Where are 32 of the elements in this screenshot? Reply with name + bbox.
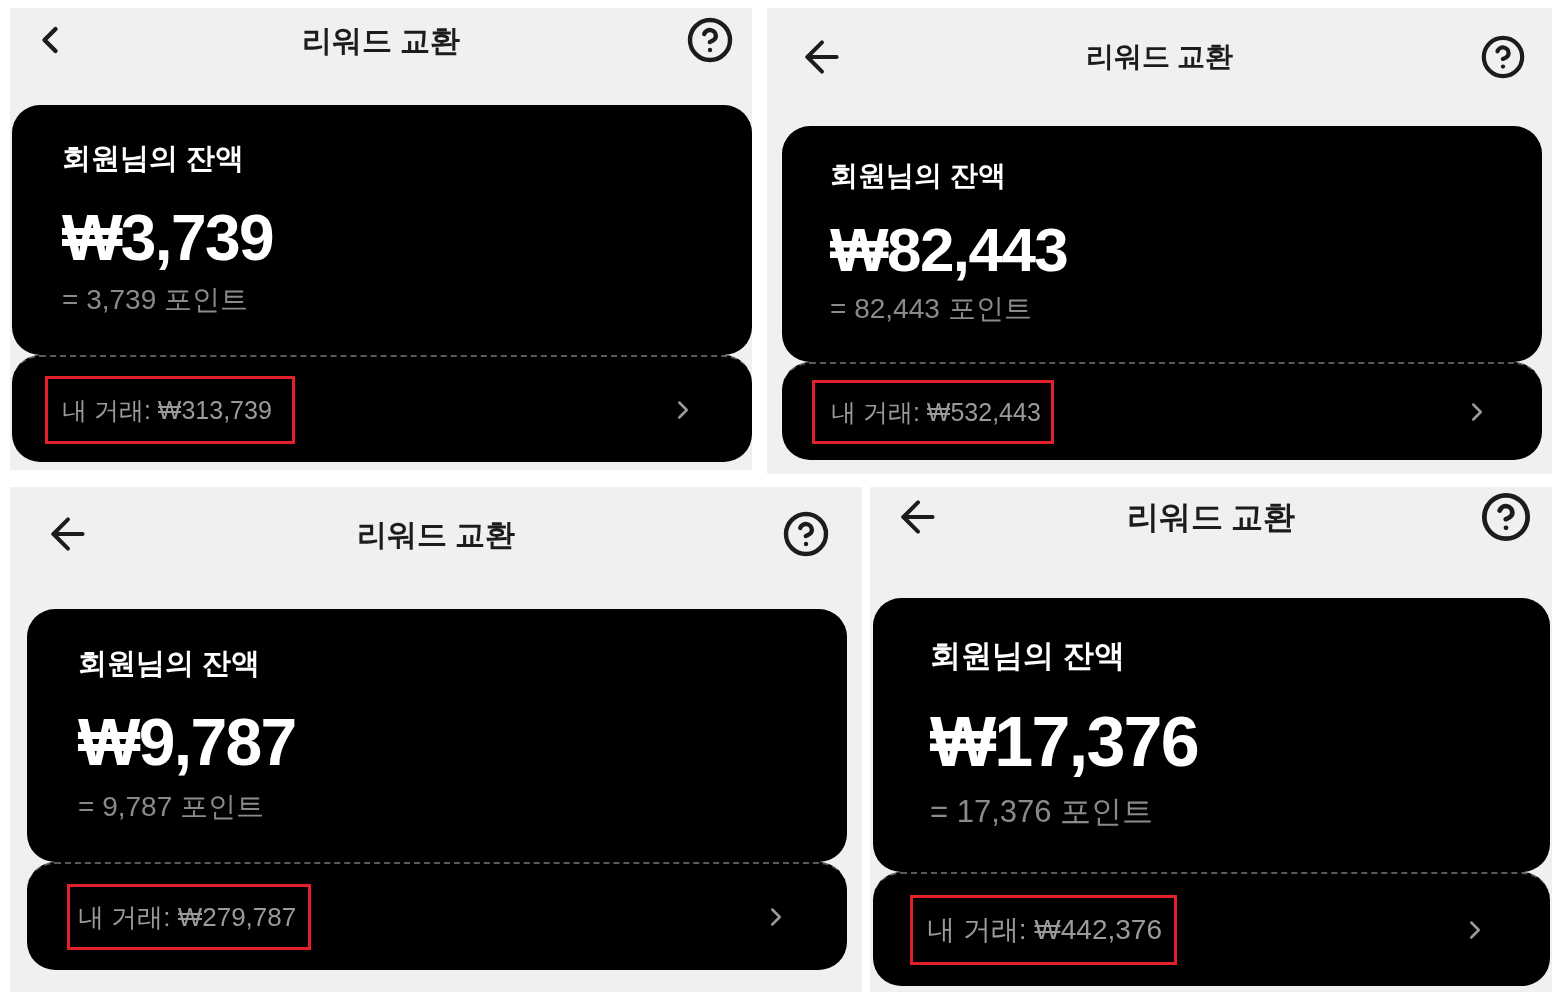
help-icon [782, 510, 830, 558]
screen-title: 리워드 교환 [356, 516, 516, 553]
help-icon [1480, 34, 1526, 80]
transactions-total: 내 거래: ₩313,739 [45, 375, 295, 444]
transactions-card[interactable]: 내 거래: ₩442,376 [873, 872, 1550, 986]
help-icon [1480, 491, 1532, 543]
balance-label: 회원님의 잔액 [930, 638, 1125, 674]
balance-label: 회원님의 잔액 [62, 141, 245, 176]
points-equivalent: = 17,376 포인트 [930, 793, 1154, 831]
screen-title: 리워드 교환 [301, 22, 461, 59]
help-button[interactable] [1480, 491, 1532, 543]
help-icon [686, 16, 734, 64]
points-equivalent: = 82,443 포인트 [830, 292, 1032, 326]
balance-label: 회원님의 잔액 [78, 646, 261, 681]
balance-amount: ₩82,443 [830, 214, 1068, 286]
screen-title: 리워드 교환 [1126, 498, 1296, 537]
transactions-total: 내 거래: ₩442,376 [910, 895, 1177, 965]
balance-amount: ₩9,787 [78, 704, 296, 780]
balance-amount: ₩3,739 [62, 201, 273, 276]
transactions-card[interactable]: 내 거래: ₩532,443 [782, 362, 1542, 460]
screen-title: 리워드 교환 [1085, 40, 1234, 74]
help-button[interactable] [782, 510, 830, 558]
points-equivalent: = 3,739 포인트 [62, 283, 248, 317]
transactions-total: 내 거래: ₩279,787 [67, 884, 312, 950]
balance-label: 회원님의 잔액 [830, 159, 1006, 193]
balance-amount: ₩17,376 [930, 702, 1198, 782]
transactions-card[interactable]: 내 거래: ₩313,739 [12, 355, 752, 462]
help-button[interactable] [1480, 34, 1526, 80]
transactions-card[interactable]: 내 거래: ₩279,787 [27, 862, 847, 970]
points-equivalent: = 9,787 포인트 [78, 790, 264, 824]
transactions-total: 내 거래: ₩532,443 [812, 380, 1054, 444]
help-button[interactable] [686, 16, 734, 64]
